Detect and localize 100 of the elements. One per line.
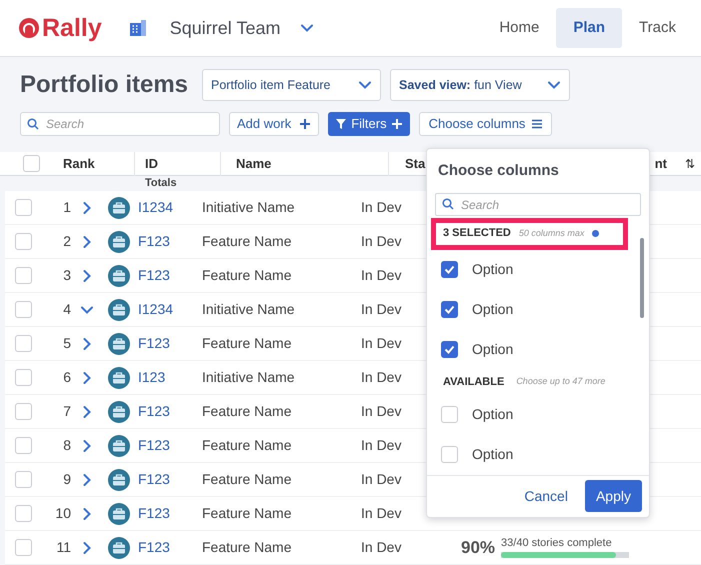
info-icon[interactable] <box>592 230 600 238</box>
page-title: Portfolio items <box>20 73 188 97</box>
name-cell-text: Initiative Name <box>202 198 296 217</box>
available-heading: AVAILABLE <box>443 374 504 390</box>
building-icon <box>128 18 148 38</box>
rank-cell-text: 5 <box>62 334 71 353</box>
select-all-checkbox[interactable] <box>23 155 40 172</box>
briefcase-icon <box>108 332 130 354</box>
filters-button[interactable]: Filters <box>328 112 410 136</box>
rank-cell-text: 4 <box>62 300 71 319</box>
briefcase-icon <box>108 400 130 422</box>
plus-icon <box>299 118 312 130</box>
check-icon <box>444 304 455 316</box>
rank-cell-text: 8 <box>62 436 71 455</box>
choose-columns-button[interactable]: Choose columns <box>418 112 552 136</box>
name-cell-text: Feature Name <box>202 402 292 421</box>
sort-icon[interactable]: ⇅ <box>685 154 695 172</box>
name-cell-text: Feature Name <box>202 470 292 489</box>
column-search-field[interactable]: Search <box>435 193 641 216</box>
check-icon <box>444 344 455 356</box>
state-cell: In Dev <box>361 437 402 453</box>
state-cell: In Dev <box>361 403 402 419</box>
saved-view-dropdown[interactable]: Saved view: fun View <box>390 69 570 101</box>
state-cell: In Dev <box>361 233 402 249</box>
panel-title: Choose columns <box>437 161 560 181</box>
id-link[interactable]: F123 <box>138 537 202 558</box>
check-icon <box>444 264 455 276</box>
search-icon <box>442 198 454 210</box>
percent-done: 90% <box>461 536 496 559</box>
briefcase-icon <box>108 536 130 558</box>
id-link[interactable]: F123 <box>138 435 202 456</box>
checkbox[interactable] <box>441 261 458 278</box>
column-header[interactable]: ID <box>135 154 220 174</box>
state-cell: In Dev <box>361 505 402 521</box>
rank-cell-text: 10 <box>54 504 71 523</box>
table-row[interactable]: 11 F123 Feature Name In Dev 90% 33/40 stories complete <box>5 531 701 565</box>
menu-icon <box>532 119 542 129</box>
available-note: Choose up to 47 more <box>516 375 606 388</box>
name-cell-text: Initiative Name <box>202 300 296 319</box>
name-cell-text: Feature Name <box>202 334 292 353</box>
briefcase-icon <box>108 230 130 252</box>
briefcase-icon <box>108 434 130 456</box>
search-icon <box>27 118 39 130</box>
rank-cell-text: 11 <box>55 538 71 557</box>
state-cell: In Dev <box>361 369 402 385</box>
state-cell: In Dev <box>361 267 402 283</box>
checkbox[interactable] <box>441 341 458 358</box>
rank-cell-text: 3 <box>62 266 71 285</box>
filter-icon <box>335 118 348 130</box>
id-link[interactable]: I123 <box>138 367 202 388</box>
plus-icon <box>390 118 403 130</box>
briefcase-icon <box>108 264 130 286</box>
briefcase-icon <box>108 502 130 524</box>
name-cell-text: Initiative Name <box>202 368 296 387</box>
rank-cell-text: 6 <box>62 368 71 387</box>
id-link[interactable]: F123 <box>138 231 202 252</box>
name-cell-text: Feature Name <box>202 504 292 523</box>
team-name[interactable]: Squirrel Team <box>170 14 280 42</box>
apply-button[interactable]: Apply <box>584 480 642 512</box>
logo-icon <box>18 17 40 39</box>
id-link[interactable]: F123 <box>138 469 202 490</box>
id-link[interactable]: F123 <box>138 265 202 286</box>
id-link[interactable]: F123 <box>138 333 202 354</box>
progress-label: 33/40 stories complete <box>501 537 613 550</box>
column-header[interactable]: Name <box>221 154 388 174</box>
rank-cell-text: 9 <box>62 470 71 489</box>
id-link[interactable]: F123 <box>138 401 202 422</box>
search-field[interactable]: Search <box>20 112 220 136</box>
state-cell: In Dev <box>361 335 402 351</box>
column-header[interactable]: nt <box>654 154 667 174</box>
state-cell: In Dev <box>361 539 402 555</box>
name-cell-text: Feature Name <box>202 538 292 557</box>
brand-name: Rally <box>42 16 102 40</box>
rank-cell-text: 7 <box>62 402 71 421</box>
add-work-button[interactable]: Add work <box>229 112 320 136</box>
briefcase-icon <box>108 298 130 320</box>
nav-tab[interactable]: Track <box>622 8 693 48</box>
name-cell-text: Feature Name <box>202 266 292 285</box>
rally-logo[interactable]: Rally <box>18 16 102 40</box>
column-header[interactable]: Sta <box>389 154 426 174</box>
selected-heading: 3 SELECTED <box>443 226 511 242</box>
state-cell: In Dev <box>361 301 402 317</box>
nav-tab[interactable]: Plan <box>556 8 622 48</box>
totals-label: Totals <box>144 176 178 191</box>
selected-note: 50 columns max <box>518 226 584 240</box>
id-link[interactable]: I1234 <box>138 299 202 320</box>
briefcase-icon <box>108 196 130 218</box>
name-cell-text: Feature Name <box>202 436 292 455</box>
name-cell-text: Feature Name <box>202 232 292 251</box>
state-cell: In Dev <box>361 471 402 487</box>
id-link[interactable]: F123 <box>138 503 202 524</box>
id-link[interactable]: I1234 <box>138 197 202 218</box>
rank-cell-text: 2 <box>62 232 71 251</box>
scrollbar[interactable] <box>640 238 644 318</box>
state-cell: In Dev <box>361 199 402 215</box>
item-type-dropdown[interactable]: Portfolio item Feature <box>202 69 382 101</box>
briefcase-icon <box>108 366 130 388</box>
column-header[interactable]: Rank <box>56 154 134 174</box>
nav-tab[interactable]: Home <box>482 8 556 48</box>
checkbox[interactable] <box>441 301 458 318</box>
